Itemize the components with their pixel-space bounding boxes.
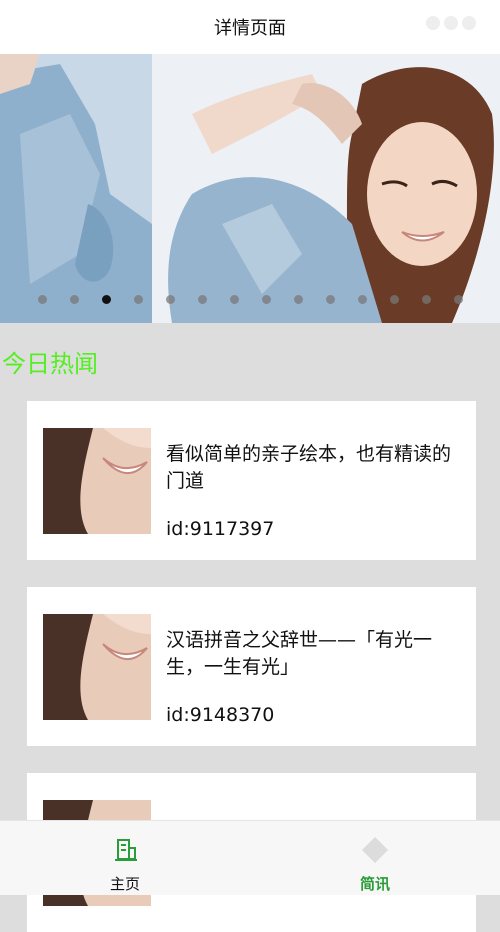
carousel-indicator bbox=[0, 295, 500, 307]
tab-home-label: 主页 bbox=[109, 875, 140, 893]
bottom-tab-bar: 主页 简讯 bbox=[0, 820, 500, 895]
tab-news[interactable]: 简讯 bbox=[250, 821, 500, 895]
carousel-dot[interactable] bbox=[198, 295, 207, 304]
news-title: 汉语拼音之父辞世——「有光一生，一生有光」 bbox=[166, 629, 433, 678]
carousel-dot[interactable] bbox=[422, 295, 431, 304]
carousel-dot[interactable] bbox=[70, 295, 79, 304]
carousel-dot[interactable] bbox=[358, 295, 367, 304]
news-card[interactable]: 看似简单的亲子绘本，也有精读的门道 id:9117397 bbox=[27, 401, 476, 560]
news-thumbnail bbox=[43, 614, 151, 720]
carousel-dot[interactable] bbox=[230, 295, 239, 304]
more-dot-icon bbox=[444, 16, 458, 30]
page-title: 详情页面 bbox=[214, 18, 286, 39]
more-dot-icon bbox=[462, 16, 476, 30]
news-id: id:9148370 bbox=[166, 704, 275, 726]
more-dot-icon bbox=[426, 16, 440, 30]
carousel-dot[interactable] bbox=[166, 295, 175, 304]
more-menu-button[interactable] bbox=[426, 16, 476, 30]
tab-home[interactable]: 主页 bbox=[0, 821, 250, 895]
carousel-dot[interactable] bbox=[326, 295, 335, 304]
building-icon bbox=[110, 835, 140, 865]
carousel-dot[interactable] bbox=[454, 295, 463, 304]
carousel-dot[interactable] bbox=[390, 295, 399, 304]
carousel-image-current bbox=[152, 54, 500, 323]
news-card[interactable]: 汉语拼音之父辞世——「有光一生，一生有光」 id:9148370 bbox=[27, 587, 476, 746]
carousel-image-previous bbox=[0, 54, 152, 323]
news-id: id:9117397 bbox=[166, 518, 275, 540]
carousel-dot[interactable] bbox=[294, 295, 303, 304]
section-title: 今日热闻 bbox=[2, 350, 98, 378]
carousel-dot[interactable] bbox=[134, 295, 143, 304]
navbar: 详情页面 bbox=[0, 0, 500, 54]
news-title: 看似简单的亲子绘本，也有精读的门道 bbox=[166, 443, 452, 492]
carousel-dot[interactable] bbox=[102, 295, 111, 304]
diamond-icon bbox=[360, 835, 390, 865]
carousel-dot[interactable] bbox=[38, 295, 47, 304]
image-carousel[interactable] bbox=[0, 54, 500, 323]
carousel-dot[interactable] bbox=[262, 295, 271, 304]
news-thumbnail bbox=[43, 428, 151, 534]
tab-news-label: 简讯 bbox=[359, 875, 390, 893]
